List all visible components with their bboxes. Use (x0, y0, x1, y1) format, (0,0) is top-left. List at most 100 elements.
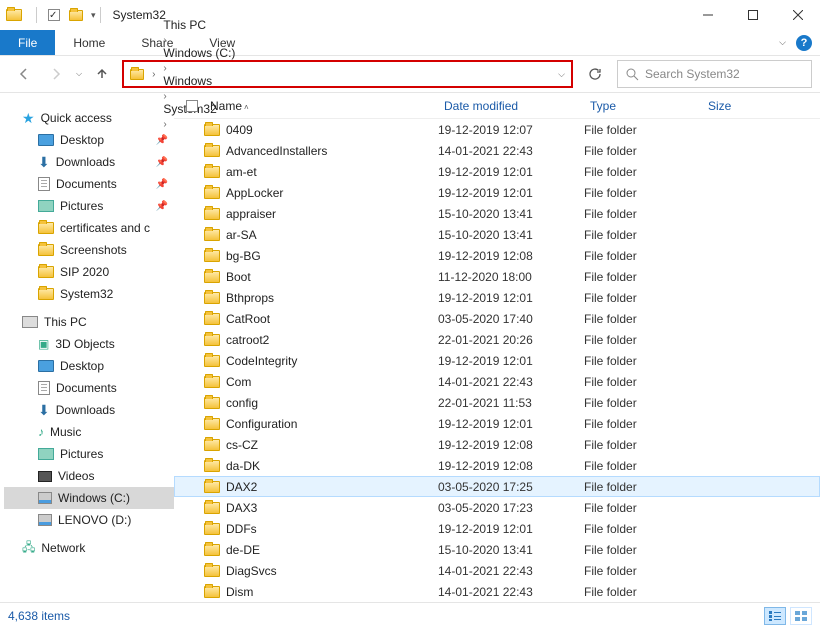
refresh-button[interactable] (581, 60, 609, 88)
file-row[interactable]: appraiser15-10-2020 13:41File folder (174, 203, 820, 224)
qat-properties[interactable] (45, 6, 63, 24)
breadcrumb-segment[interactable]: This PC (159, 18, 239, 32)
breadcrumb-segment[interactable]: Windows (159, 74, 239, 88)
file-row[interactable]: ar-SA15-10-2020 13:41File folder (174, 224, 820, 245)
nav-forward[interactable] (44, 62, 68, 86)
file-row[interactable]: DAX303-05-2020 17:23File folder (174, 497, 820, 518)
file-row[interactable]: 040919-12-2019 12:07File folder (174, 119, 820, 140)
tree-label: Videos (58, 469, 94, 483)
column-checkbox[interactable] (180, 100, 204, 112)
file-date: 14-01-2021 22:43 (438, 585, 584, 599)
tree-label: certificates and c (60, 221, 150, 235)
file-type: File folder (584, 186, 702, 200)
tree-item[interactable]: ⬇Downloads📌 (4, 151, 174, 173)
tree-item[interactable]: Pictures📌 (4, 195, 174, 217)
nav-back[interactable] (12, 62, 36, 86)
tree-label: LENOVO (D:) (58, 513, 131, 527)
file-row[interactable]: Bthprops19-12-2019 12:01File folder (174, 287, 820, 308)
tree-item[interactable]: Pictures (4, 443, 174, 465)
maximize-button[interactable] (730, 0, 775, 30)
tree-item[interactable]: Documents📌 (4, 173, 174, 195)
tree-item[interactable]: Desktop📌 (4, 129, 174, 151)
file-row[interactable]: config22-01-2021 11:53File folder (174, 392, 820, 413)
item-count: 4,638 items (8, 609, 70, 623)
tree-item[interactable]: LENOVO (D:) (4, 509, 174, 531)
search-input[interactable] (645, 67, 803, 81)
file-row[interactable]: DAX203-05-2020 17:25File folder (174, 476, 820, 497)
tree-item[interactable]: ★Quick access (4, 107, 174, 129)
file-row[interactable]: cs-CZ19-12-2019 12:08File folder (174, 434, 820, 455)
file-row[interactable]: catroot222-01-2021 20:26File folder (174, 329, 820, 350)
file-row[interactable]: am-et19-12-2019 12:01File folder (174, 161, 820, 182)
tree-item[interactable]: Windows (C:) (4, 487, 174, 509)
folder-icon (204, 334, 220, 346)
file-type: File folder (584, 417, 702, 431)
tree-label: System32 (60, 287, 113, 301)
tree-label: Windows (C:) (58, 491, 130, 505)
folder-icon (204, 208, 220, 220)
tree-item[interactable]: ▣3D Objects (4, 333, 174, 355)
folder-icon (204, 166, 220, 178)
chevron-right-icon[interactable]: › (163, 35, 166, 46)
chevron-right-icon[interactable]: › (163, 63, 166, 74)
column-headers: Name˄ Date modified Type Size (174, 93, 820, 119)
file-row[interactable]: DDFs19-12-2019 12:01File folder (174, 518, 820, 539)
window-controls (685, 0, 820, 30)
file-date: 19-12-2019 12:01 (438, 165, 584, 179)
file-row[interactable]: AdvancedInstallers14-01-2021 22:43File f… (174, 140, 820, 161)
tree-item[interactable]: Documents (4, 377, 174, 399)
breadcrumb-segment[interactable]: Windows (C:) (159, 46, 239, 60)
address-bar[interactable]: › This PC›Windows (C:)›Windows›System32›… (122, 60, 573, 88)
tree-item[interactable]: This PC (4, 311, 174, 333)
help-button[interactable]: ? (796, 35, 812, 51)
file-row[interactable]: de-DE15-10-2020 13:41File folder (174, 539, 820, 560)
nav-recent-dropdown[interactable]: ⌵ (76, 69, 82, 79)
tree-item[interactable]: SIP 2020 (4, 261, 174, 283)
column-type[interactable]: Type (584, 99, 702, 113)
folder-icon (204, 418, 220, 430)
file-row[interactable]: CatRoot03-05-2020 17:40File folder (174, 308, 820, 329)
tree-item[interactable]: 🖧Network (4, 537, 174, 559)
file-date: 19-12-2019 12:07 (438, 123, 584, 137)
nav-up[interactable] (90, 62, 114, 86)
file-row[interactable]: Dism14-01-2021 22:43File folder (174, 581, 820, 600)
ribbon-home-tab[interactable]: Home (55, 30, 123, 55)
address-dropdown[interactable]: ⌵ (558, 69, 565, 80)
tree-label: Downloads (56, 403, 115, 417)
file-row[interactable]: bg-BG19-12-2019 12:08File folder (174, 245, 820, 266)
file-date: 14-01-2021 22:43 (438, 375, 584, 389)
file-row[interactable]: CodeIntegrity19-12-2019 12:01File folder (174, 350, 820, 371)
file-row[interactable]: Boot11-12-2020 18:00File folder (174, 266, 820, 287)
view-large-button[interactable] (790, 607, 812, 625)
column-size[interactable]: Size (702, 99, 772, 113)
file-row[interactable]: Com14-01-2021 22:43File folder (174, 371, 820, 392)
tree-item[interactable]: Desktop (4, 355, 174, 377)
file-name: CodeIntegrity (226, 354, 297, 368)
file-row[interactable]: DiagSvcs14-01-2021 22:43File folder (174, 560, 820, 581)
chevron-right-icon[interactable]: › (152, 69, 155, 80)
qat-new-folder[interactable] (67, 6, 85, 24)
tree-item[interactable]: System32 (4, 283, 174, 305)
search-box[interactable] (617, 60, 812, 88)
qat-dropdown[interactable]: ▾ (91, 10, 96, 21)
ribbon-file-tab[interactable]: File (0, 30, 55, 55)
file-row[interactable]: da-DK19-12-2019 12:08File folder (174, 455, 820, 476)
folder-icon (204, 229, 220, 241)
file-row[interactable]: Configuration19-12-2019 12:01File folder (174, 413, 820, 434)
tree-item[interactable]: ⬇Downloads (4, 399, 174, 421)
minimize-button[interactable] (685, 0, 730, 30)
close-button[interactable] (775, 0, 820, 30)
doc-icon (38, 381, 50, 395)
column-date[interactable]: Date modified (438, 99, 584, 113)
ribbon-expand[interactable]: ⌵ (779, 37, 786, 48)
file-row[interactable]: AppLocker19-12-2019 12:01File folder (174, 182, 820, 203)
tree-label: Screenshots (60, 243, 127, 257)
tree-item[interactable]: Videos (4, 465, 174, 487)
tree-item[interactable]: certificates and c (4, 217, 174, 239)
file-type: File folder (584, 564, 702, 578)
column-name[interactable]: Name˄ (204, 99, 438, 113)
tree-item[interactable]: ♪Music (4, 421, 174, 443)
tree-item[interactable]: Screenshots (4, 239, 174, 261)
file-name: DAX2 (226, 480, 257, 494)
view-details-button[interactable] (764, 607, 786, 625)
